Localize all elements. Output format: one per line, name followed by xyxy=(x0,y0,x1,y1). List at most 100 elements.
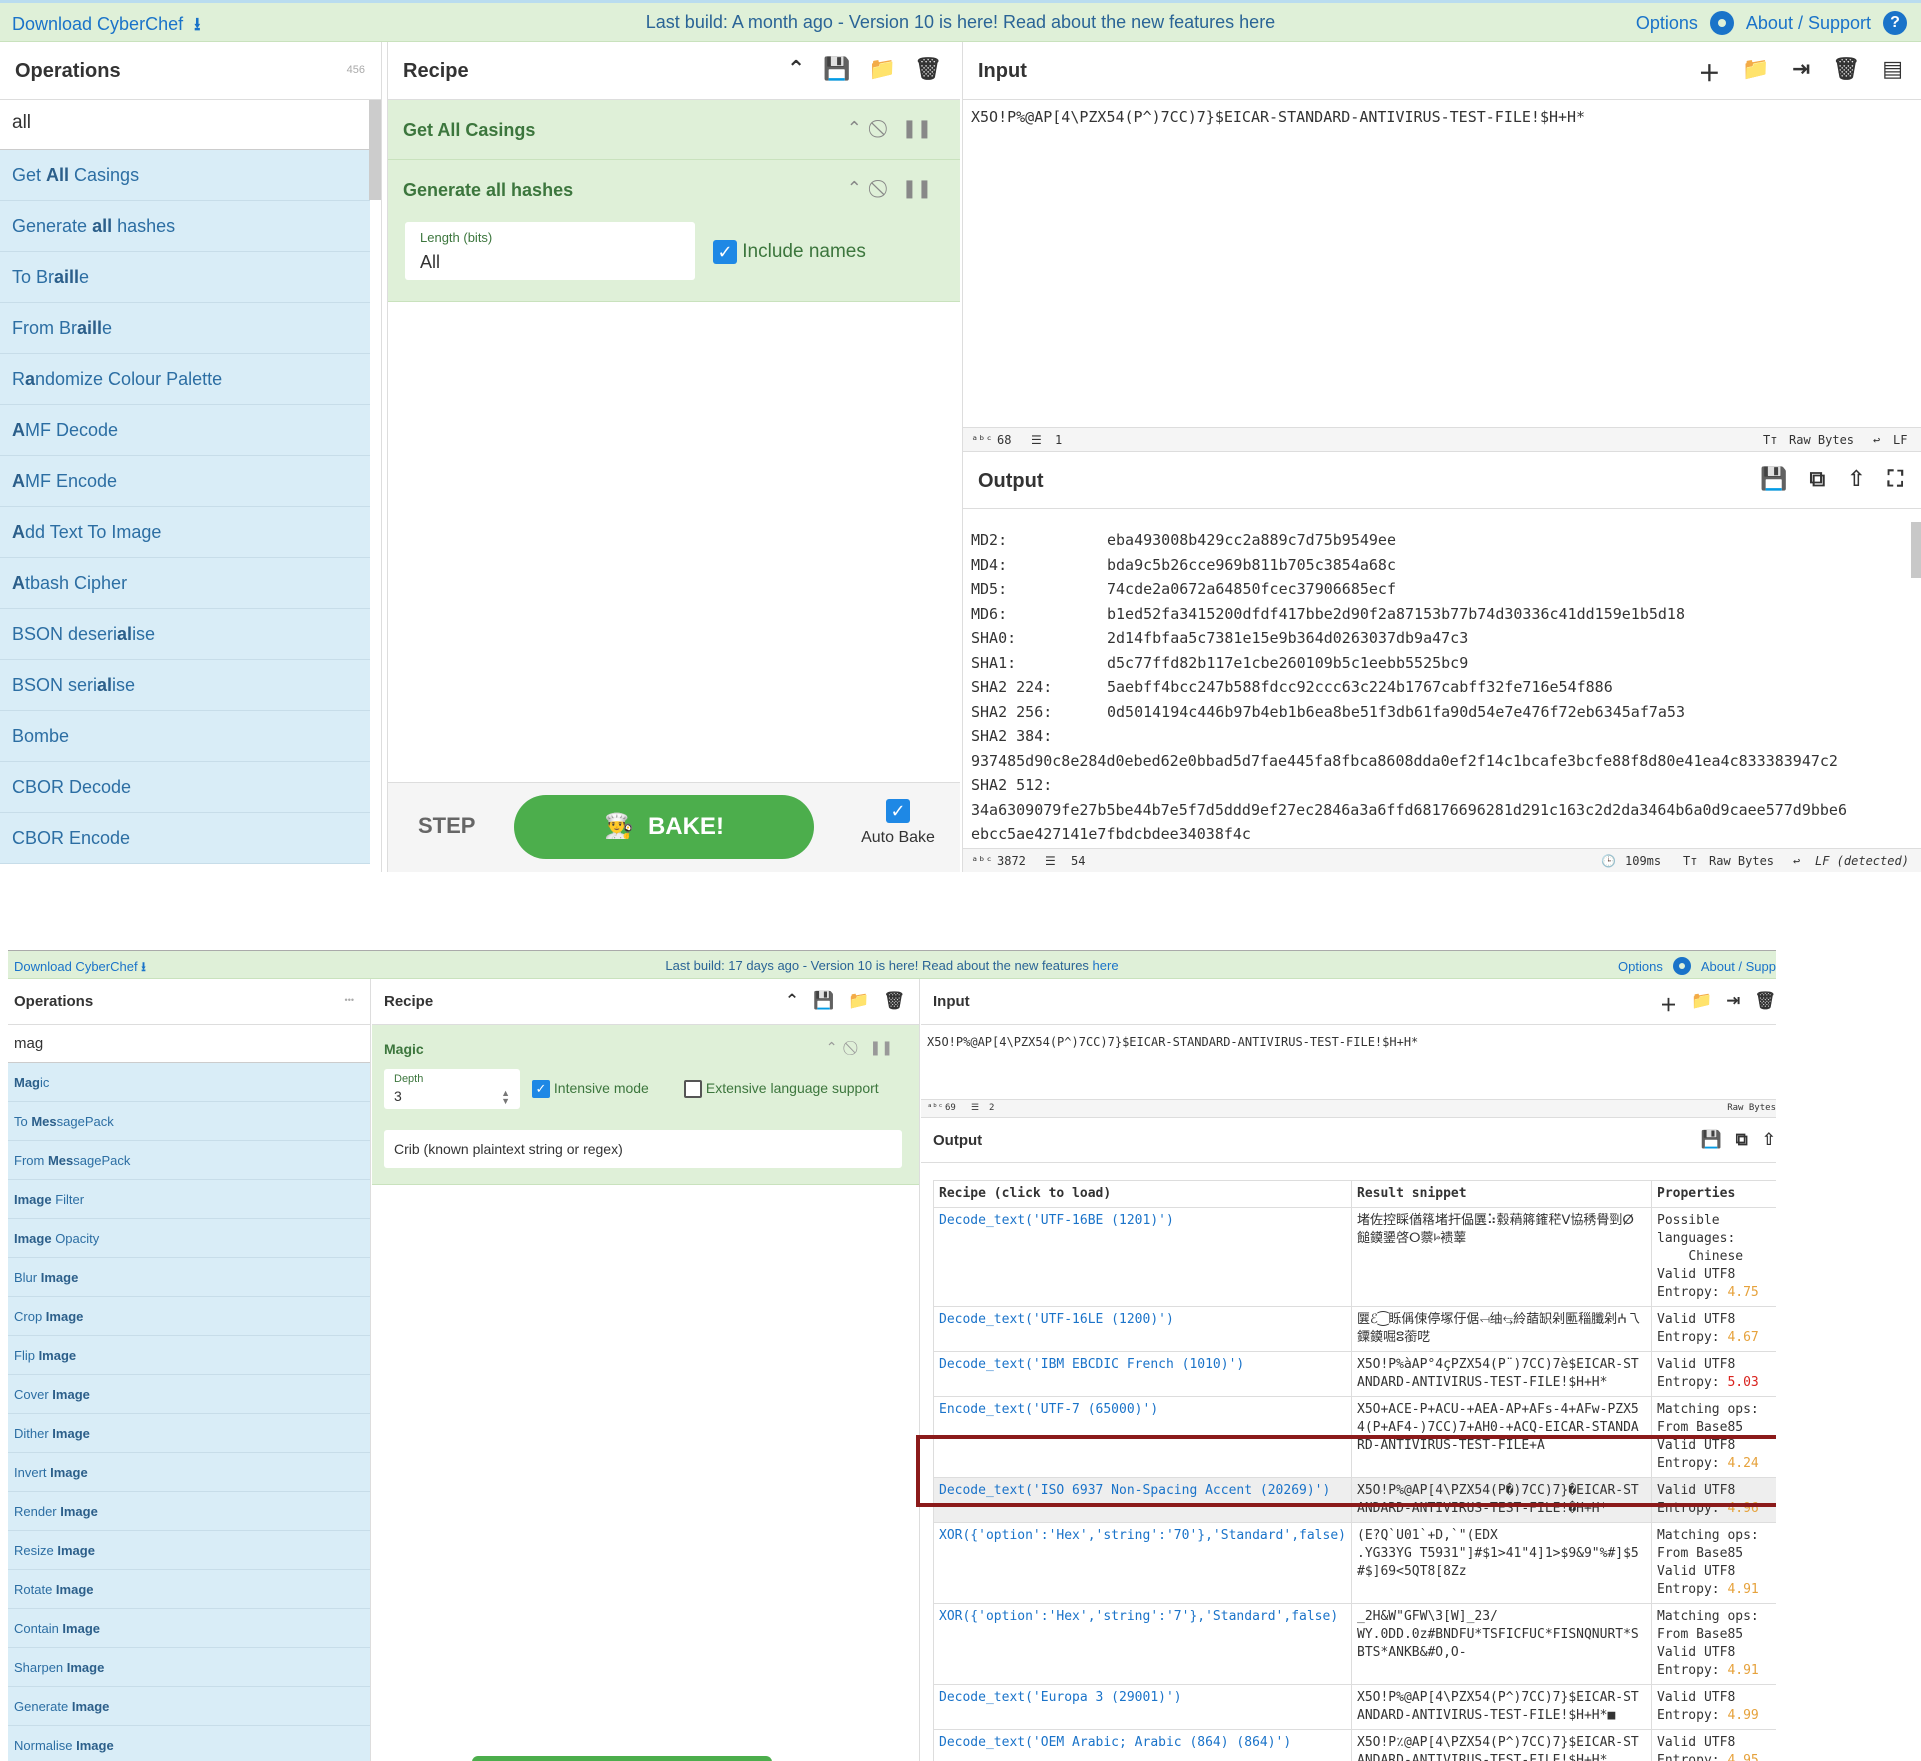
operation-item[interactable]: From MessagePack xyxy=(8,1141,370,1180)
input-file-icon[interactable]: ⇥ xyxy=(1726,991,1740,1016)
collapse-icon[interactable]: ⌃ xyxy=(787,56,805,82)
input-textarea[interactable]: X5O!P%@AP[4\PZX54(P^)7CC)7}$EICAR-STANDA… xyxy=(971,108,1585,126)
operation-item[interactable]: Cover Image xyxy=(8,1375,370,1414)
bake-button[interactable]: 👨‍🍳 BAKE! xyxy=(514,795,814,859)
gear-icon[interactable] xyxy=(1672,957,1691,975)
table-row[interactable]: XOR({'option':'Hex','string':'70'},'Stan… xyxy=(933,1522,1776,1604)
build-notice[interactable]: Last build: A month ago - Version 10 is … xyxy=(0,12,1921,33)
operation-item[interactable]: Dither Image xyxy=(8,1414,370,1453)
op-get-all-casings[interactable]: Get All Casings ⌃ ⃠ ❚❚ xyxy=(388,100,960,160)
table-row[interactable]: Decode_text('OEM Arabic; Arabic (864) (8… xyxy=(933,1729,1776,1761)
output-text[interactable]: MD2: eba493008b429cc2a889c7d75b9549ee MD4:… xyxy=(971,528,1911,847)
gear-icon[interactable] xyxy=(1709,11,1734,35)
eol-icon[interactable]: ↩ xyxy=(1873,433,1880,447)
copy-icon[interactable]: ⧉ xyxy=(1809,466,1825,492)
output-encoding[interactable]: Raw Bytes xyxy=(1709,854,1774,868)
trash-icon[interactable]: 🗑 xyxy=(1754,991,1776,1016)
operation-item[interactable]: Flip Image xyxy=(8,1336,370,1375)
checkbox-checked-icon[interactable]: ✓ xyxy=(886,799,910,823)
trash-icon[interactable]: 🗑 xyxy=(1832,56,1860,88)
recipe-link[interactable]: Decode_text('IBM EBCDIC French (1010)') xyxy=(933,1351,1352,1397)
input-encoding[interactable]: Raw Bytes xyxy=(1789,433,1854,447)
help-icon[interactable]: ? xyxy=(1883,11,1907,35)
table-row[interactable]: XOR({'option':'Hex','string':'7'},'Stand… xyxy=(933,1603,1776,1685)
folder-icon[interactable]: 📁 xyxy=(1691,991,1712,1016)
operations-search-input[interactable]: all xyxy=(0,100,381,150)
operation-item[interactable]: AMF Encode xyxy=(0,456,370,507)
pause-icon[interactable]: ❚❚ xyxy=(870,1039,893,1056)
bake-button[interactable] xyxy=(472,1756,772,1761)
operation-item[interactable]: Resize Image xyxy=(8,1531,370,1570)
features-link[interactable]: here xyxy=(1093,958,1119,973)
operation-item[interactable]: Contain Image xyxy=(8,1609,370,1648)
output-eol[interactable]: LF (detected) xyxy=(1815,854,1909,868)
pause-icon[interactable]: ❚❚ xyxy=(902,118,932,139)
pause-icon[interactable]: ❚❚ xyxy=(902,178,932,199)
chevron-up-icon[interactable]: ⌃ xyxy=(847,118,862,139)
operation-item[interactable]: To MessagePack xyxy=(8,1102,370,1141)
collapse-icon[interactable]: ⌃ xyxy=(785,991,799,1011)
trash-icon[interactable]: 🗑 xyxy=(883,991,905,1011)
copy-icon[interactable]: ⧉ xyxy=(1736,1130,1748,1150)
about-support-link[interactable]: About / Supp xyxy=(1701,959,1776,974)
trash-icon[interactable]: 🗑 xyxy=(914,56,942,82)
input-eol[interactable]: LF xyxy=(1893,433,1907,447)
operation-item[interactable]: Generate Image xyxy=(8,1687,370,1726)
step-button[interactable]: STEP xyxy=(418,813,475,839)
operation-item[interactable]: Invert Image xyxy=(8,1453,370,1492)
save-icon[interactable]: 💾 xyxy=(823,56,850,82)
operation-item[interactable]: Get All Casings xyxy=(0,150,370,201)
operation-item[interactable]: Image Filter xyxy=(8,1180,370,1219)
op-magic[interactable]: Magic ⌃ ⃠ ❚❚ Depth 3 ▲▼ ✓ Intensive mode… xyxy=(372,1025,919,1185)
options-link[interactable]: Options xyxy=(1636,13,1698,34)
operation-item[interactable]: Add Text To Image xyxy=(0,507,370,558)
save-icon[interactable]: 💾 xyxy=(1760,466,1787,492)
eol-icon[interactable]: ↩ xyxy=(1793,854,1800,868)
crib-input[interactable]: Crib (known plaintext string or regex) xyxy=(384,1130,902,1168)
save-icon[interactable]: 💾 xyxy=(1700,1130,1721,1150)
checkbox-unchecked-icon[interactable] xyxy=(684,1080,702,1099)
operation-item[interactable]: CBOR Encode xyxy=(0,813,370,864)
operation-item[interactable]: BSON deserialise xyxy=(0,609,370,660)
length-field[interactable]: Length (bits) All xyxy=(405,222,695,280)
operation-item[interactable]: AMF Decode xyxy=(0,405,370,456)
operation-item[interactable]: Generate all hashes xyxy=(0,201,370,252)
text-format-icon[interactable]: Tт xyxy=(1683,854,1697,868)
table-row[interactable]: Decode_text('UTF-16LE (1200)') 㔵ℰ⁐䀥偁㑛停塚㐵倨… xyxy=(933,1306,1776,1352)
depth-field[interactable]: Depth 3 ▲ ▼ xyxy=(384,1069,520,1109)
recipe-link[interactable]: XOR({'option':'Hex','string':'7'},'Stand… xyxy=(933,1603,1352,1685)
recipe-link[interactable]: XOR({'option':'Hex','string':'70'},'Stan… xyxy=(933,1522,1352,1604)
checkbox-checked-icon[interactable]: ✓ xyxy=(532,1080,550,1099)
input-encoding[interactable]: Raw Bytes xyxy=(1727,1103,1776,1113)
maximise-icon[interactable]: ⛶ xyxy=(1888,466,1903,492)
folder-icon[interactable]: 📁 xyxy=(848,991,869,1011)
operation-item[interactable]: Rotate Image xyxy=(8,1570,370,1609)
operation-item[interactable]: To Braille xyxy=(0,252,370,303)
chevron-up-icon[interactable]: ⌃ xyxy=(826,1039,838,1056)
text-format-icon[interactable]: Tт xyxy=(1763,433,1777,447)
plus-icon[interactable]: ＋ xyxy=(1698,56,1720,88)
operation-item[interactable]: Render Image xyxy=(8,1492,370,1531)
replace-input-icon[interactable]: ⇧ xyxy=(1762,1130,1776,1150)
layout-icon[interactable]: ▤ xyxy=(1882,56,1903,88)
operation-item[interactable]: Blur Image xyxy=(8,1258,370,1297)
plus-icon[interactable]: ＋ xyxy=(1660,991,1677,1016)
operation-item[interactable]: Randomize Colour Palette xyxy=(0,354,370,405)
output-scrollbar[interactable] xyxy=(1911,522,1921,578)
stepper-icon[interactable]: ▲ ▼ xyxy=(501,1089,510,1106)
operation-item[interactable]: Magic xyxy=(8,1063,370,1102)
folder-icon[interactable]: 📁 xyxy=(869,56,896,82)
op-generate-all-hashes[interactable]: Generate all hashes ⌃ ⃠ ❚❚ Length (bits)… xyxy=(388,160,960,302)
recipe-link[interactable]: Decode_text('UTF-16BE (1201)') xyxy=(933,1207,1352,1307)
table-row[interactable]: Decode_text('UTF-16BE (1201)') 堵佐控睬偤䈷堵扞偘㔴… xyxy=(933,1207,1776,1307)
recipe-link[interactable]: Decode_text('OEM Arabic; Arabic (864) (8… xyxy=(933,1729,1352,1761)
table-row[interactable]: Decode_text('Europa 3 (29001)') X5O!P%@AP… xyxy=(933,1684,1776,1730)
replace-input-icon[interactable]: ⇧ xyxy=(1847,466,1865,492)
extensive-language-option[interactable]: Extensive language support xyxy=(684,1080,879,1099)
intensive-mode-option[interactable]: ✓ Intensive mode xyxy=(532,1080,649,1099)
operation-item[interactable]: Image Opacity xyxy=(8,1219,370,1258)
folder-icon[interactable]: 📁 xyxy=(1742,56,1769,88)
input-textarea[interactable]: X5O!P%@AP[4\PZX54(P^)7CC)7}$EICAR-STANDA… xyxy=(927,1035,1418,1049)
operations-scrollbar[interactable] xyxy=(369,100,381,200)
operation-item[interactable]: Bombe xyxy=(0,711,370,762)
